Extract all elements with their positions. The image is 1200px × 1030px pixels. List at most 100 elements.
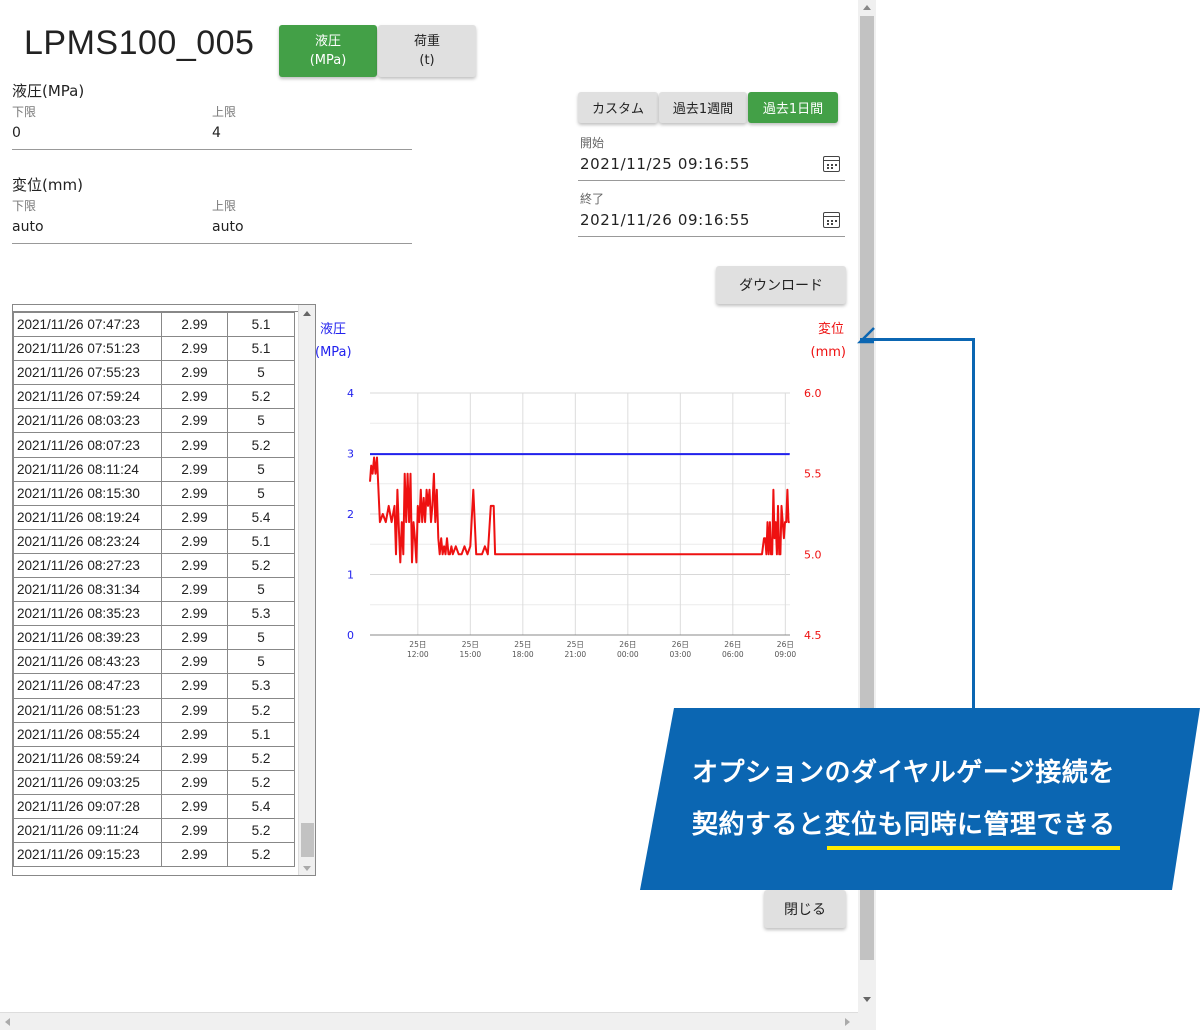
timestamp-cell: 2021/11/26 07:59:24: [13, 384, 162, 410]
x-tick-time: 06:00: [722, 650, 744, 659]
close-button[interactable]: 閉じる: [764, 890, 846, 928]
displacement-cell: 5: [227, 408, 295, 434]
displacement-cell: 5.2: [227, 842, 295, 868]
callout-banner: [640, 708, 1200, 890]
displacement-cell: 5: [227, 360, 295, 386]
table-row: 2021/11/26 08:55:24 2.99 5.1: [13, 721, 295, 747]
mode-pressure-button[interactable]: 液圧 (MPa): [279, 25, 377, 77]
table-scroll-thumb[interactable]: [301, 823, 314, 857]
displacement-lower-field[interactable]: auto: [12, 219, 202, 235]
data-table-panel: 2021/11/26 07:47:23 2.99 5.1 2021/11/26 07:…: [12, 304, 316, 876]
table-row: 2021/11/26 08:11:24 2.99 5: [13, 456, 295, 482]
table-row: 2021/11/26 09:15:23 2.99 5.2: [13, 842, 295, 868]
table-row: 2021/11/26 08:15:30 2.99 5: [13, 480, 295, 506]
table-row: 2021/11/26 07:51:23 2.99 5.1: [13, 336, 295, 362]
timestamp-cell: 2021/11/26 08:43:23: [13, 649, 162, 675]
right-axis-label: 変位: [818, 321, 844, 337]
right-tick-label: 6.0: [804, 387, 822, 400]
displacement-cell: 5.2: [227, 552, 295, 579]
pressure-cell: 2.99: [161, 673, 228, 699]
pressure-cell: 2.99: [161, 769, 228, 795]
page-scroll-left-icon[interactable]: [5, 1018, 10, 1026]
pressure-range-title: 液圧(MPa): [12, 82, 85, 100]
displacement-cell: 5.1: [227, 336, 295, 362]
timestamp-cell: 2021/11/26 08:23:24: [13, 528, 162, 554]
pressure-cell: 2.99: [161, 504, 228, 530]
table-row: 2021/11/26 08:07:23 2.99 5.2: [13, 432, 295, 458]
pressure-cell: 2.99: [161, 408, 228, 434]
displacement-cell: 5: [227, 649, 295, 675]
table-row: 2021/11/26 08:47:23 2.99 5.3: [13, 673, 295, 699]
table-row: 2021/11/26 08:43:23 2.99 5: [13, 649, 295, 675]
pressure-cell: 2.99: [161, 552, 228, 579]
displacement-cell: 5.2: [227, 769, 295, 795]
pressure-cell: 2.99: [161, 311, 228, 338]
x-tick-date: 26日: [724, 640, 741, 649]
scrollbar-corner: [858, 1012, 876, 1030]
table-row: 2021/11/26 08:39:23 2.99 5: [13, 625, 295, 651]
pressure-field-underline: [12, 149, 412, 150]
table-row: 2021/11/26 08:19:24 2.99 5.4: [13, 504, 295, 530]
displacement-series-line: [369, 456, 790, 564]
timestamp-cell: 2021/11/26 09:11:24: [13, 817, 162, 844]
right-tick-label: 5.0: [804, 548, 822, 561]
displacement-cell: 5.2: [227, 384, 295, 410]
mode-load-label: 荷重: [413, 34, 440, 49]
table-row: 2021/11/26 08:23:24 2.99 5.1: [13, 528, 295, 554]
period-day-button[interactable]: 過去1日間: [748, 92, 838, 123]
left-tick-label: 3: [347, 448, 354, 461]
displacement-upper-field[interactable]: auto: [212, 219, 410, 235]
calendar-icon[interactable]: [823, 156, 840, 172]
table-row: 2021/11/26 08:35:23 2.99 5.3: [13, 601, 295, 627]
pressure-cell: 2.99: [161, 480, 228, 506]
table-row: 2021/11/26 09:07:28 2.99 5.4: [13, 793, 295, 819]
page-scrollbar-horizontal[interactable]: [0, 1012, 876, 1030]
period-week-button[interactable]: 過去1週間: [659, 92, 747, 123]
pressure-cell: 2.99: [161, 842, 228, 868]
start-date-field[interactable]: 2021/11/25 09:16:55: [580, 155, 810, 173]
page-scroll-right-icon[interactable]: [845, 1018, 850, 1026]
table-row: 2021/11/26 08:51:23 2.99 5.2: [13, 697, 295, 723]
timestamp-cell: 2021/11/26 08:47:23: [13, 673, 162, 699]
pressure-cell: 2.99: [161, 601, 228, 627]
x-tick-time: 03:00: [670, 650, 692, 659]
timestamp-cell: 2021/11/26 09:07:28: [13, 793, 162, 819]
displacement-cell: 5.2: [227, 745, 295, 771]
pressure-cell: 2.99: [161, 432, 228, 458]
mode-load-unit: (t): [419, 53, 435, 68]
x-tick-time: 09:00: [775, 650, 797, 659]
calendar-icon[interactable]: [823, 212, 840, 228]
x-tick-time: 18:00: [512, 650, 534, 659]
pressure-lower-field[interactable]: 0: [12, 125, 202, 141]
callout-text-normal: 契約すると: [692, 810, 825, 840]
pressure-upper-label: 上限: [212, 105, 237, 119]
timestamp-cell: 2021/11/26 09:03:25: [13, 769, 162, 795]
left-tick-label: 4: [347, 387, 354, 400]
displacement-cell: 5: [227, 456, 295, 482]
page-scroll-down-icon[interactable]: [863, 997, 871, 1002]
pressure-upper-field[interactable]: 4: [212, 125, 410, 141]
left-tick-label: 1: [347, 569, 354, 582]
x-tick-date: 25日: [462, 640, 479, 649]
timestamp-cell: 2021/11/26 08:19:24: [13, 504, 162, 530]
mode-load-button[interactable]: 荷重 (t): [378, 25, 476, 77]
x-tick-date: 25日: [514, 640, 531, 649]
table-row: 2021/11/26 09:03:25 2.99 5.2: [13, 769, 295, 795]
table-row: 2021/11/26 08:31:34 2.99 5: [13, 577, 295, 603]
x-tick-date: 26日: [619, 640, 636, 649]
timestamp-cell: 2021/11/26 07:51:23: [13, 336, 162, 362]
timestamp-cell: 2021/11/26 08:35:23: [13, 601, 162, 627]
download-button[interactable]: ダウンロード: [716, 266, 846, 304]
scroll-down-icon[interactable]: [303, 866, 311, 871]
displacement-cell: 5.3: [227, 601, 295, 627]
timestamp-cell: 2021/11/26 08:51:23: [13, 697, 162, 723]
x-tick-time: 12:00: [407, 650, 429, 659]
displacement-lower-label: 下限: [12, 199, 37, 213]
end-date-field[interactable]: 2021/11/26 09:16:55: [580, 211, 810, 229]
pressure-cell: 2.99: [161, 817, 228, 844]
timestamp-cell: 2021/11/26 07:55:23: [13, 360, 162, 386]
period-custom-button[interactable]: カスタム: [578, 92, 658, 123]
displacement-cell: 5.4: [227, 504, 295, 530]
page-scroll-up-icon[interactable]: [863, 5, 871, 10]
pressure-lower-label: 下限: [12, 105, 37, 119]
